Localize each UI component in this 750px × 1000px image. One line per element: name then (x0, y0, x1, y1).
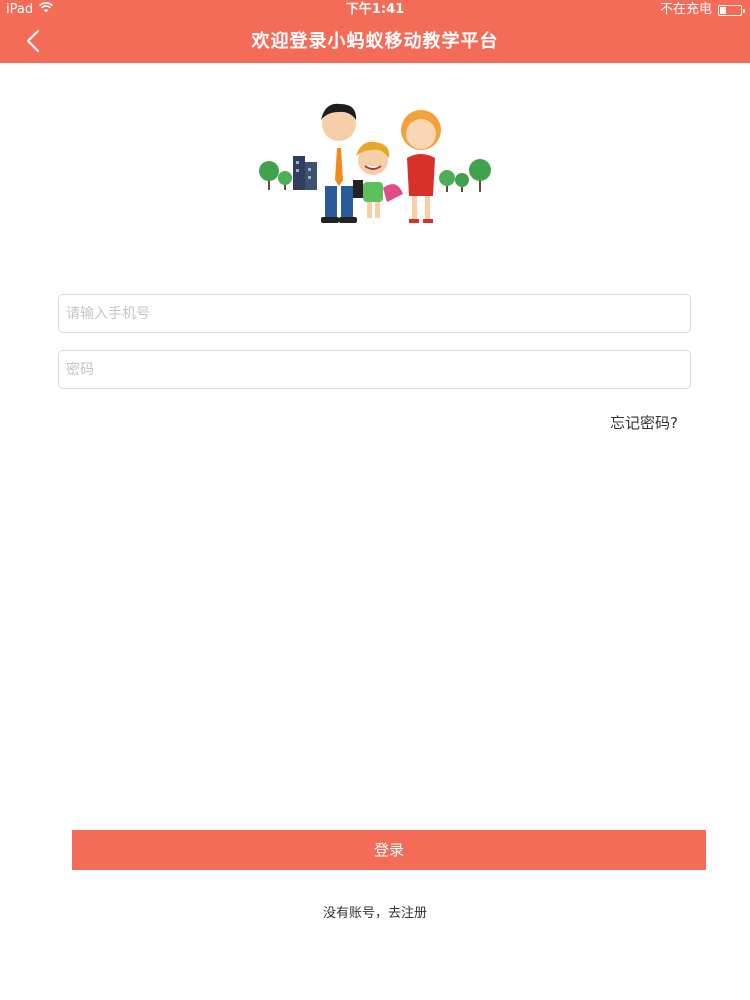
register-link[interactable]: 没有账号，去注册 (0, 902, 750, 921)
family-illustration (259, 103, 491, 223)
password-field[interactable] (58, 350, 691, 389)
phone-field[interactable] (58, 294, 691, 333)
nav-bar: 欢迎登录小蚂蚁移动教学平台 (0, 20, 750, 63)
login-button[interactable]: 登录 (72, 830, 706, 870)
clock: 下午1:41 (345, 2, 405, 17)
phone-input[interactable] (59, 295, 690, 332)
forgot-password-link[interactable]: 忘记密码? (610, 412, 678, 433)
charging-status: 不在充电 (659, 2, 712, 17)
status-bar: iPad 下午1:41 不在充电 (0, 0, 750, 20)
page-title: 欢迎登录小蚂蚁移动教学平台 (251, 31, 499, 52)
status-right: 不在充电 (659, 0, 745, 20)
back-button[interactable] (18, 26, 48, 56)
header: iPad 下午1:41 不在充电 欢迎登录小蚂蚁移动教学平台 (0, 0, 750, 63)
battery-icon (718, 4, 745, 16)
password-input[interactable] (59, 351, 690, 388)
chevron-left-icon (26, 29, 40, 53)
